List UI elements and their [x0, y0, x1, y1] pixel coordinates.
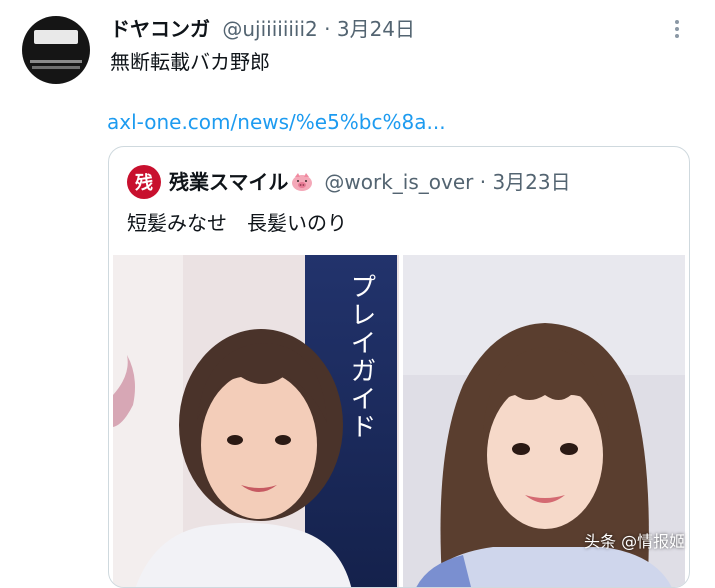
quoted-tweet[interactable]: 残 残業スマイル @work_is_over · 3月23日 短髪みなせ 長髪い… [108, 146, 690, 588]
display-name[interactable]: ドヤコンガ [110, 17, 210, 41]
user-avatar[interactable] [22, 16, 90, 84]
quoted-avatar[interactable]: 残 [127, 165, 161, 199]
pig-emoji-icon [292, 173, 313, 191]
quoted-display-name[interactable]: 残業スマイル [169, 170, 288, 194]
quoted-text: 短髪みなせ 長髪いのり [127, 211, 347, 235]
quoted-header: 残業スマイル @work_is_over · 3月23日 [169, 169, 571, 195]
tweet-link[interactable]: axl-one.com/news/%e5%bc%8a... [107, 108, 446, 136]
more-options-icon[interactable] [672, 20, 682, 42]
photo-short-hair[interactable]: プレイガイド [113, 255, 399, 587]
banner-text: プレイガイド [346, 273, 376, 441]
tweet-text: 無断転載バカ野郎 [110, 50, 270, 74]
quoted-handle-and-date[interactable]: @work_is_over · 3月23日 [324, 170, 570, 194]
photo-short-hair-image: プレイガイド [113, 255, 399, 587]
handle-and-date[interactable]: @ujiiiiiiii2 · 3月24日 [222, 17, 415, 41]
tweet-screenshot: { "tweet": { "display_name": "ドヤコンガ", "m… [0, 0, 715, 588]
watermark: 头条 @情报姬 [584, 532, 686, 551]
tweet-header: ドヤコンガ @ujiiiiiiii2 · 3月24日 [110, 16, 415, 42]
